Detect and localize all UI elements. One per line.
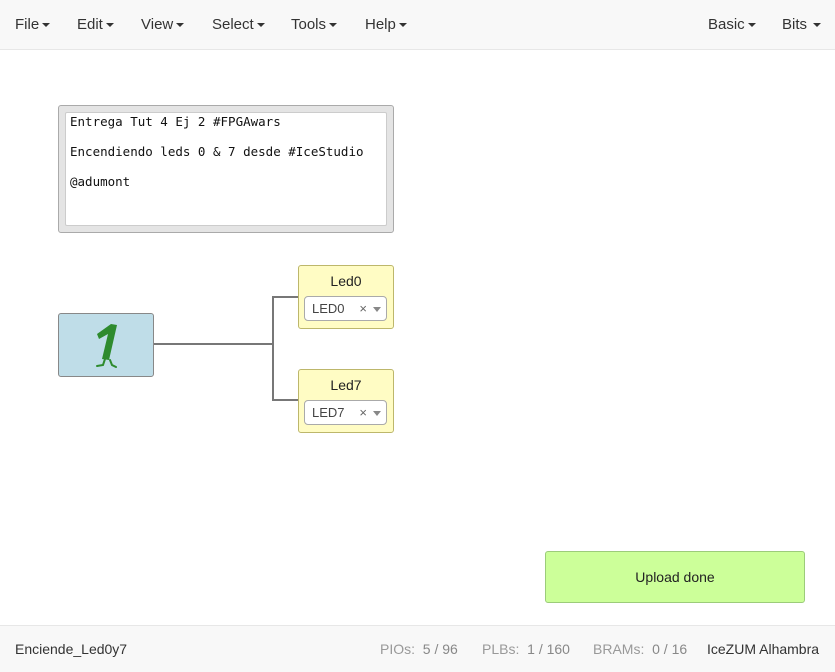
constant-block[interactable] xyxy=(58,313,154,377)
constant-one-icon xyxy=(96,324,117,368)
menu-select-label: Select xyxy=(212,16,254,33)
menu-file-label: File xyxy=(15,16,40,33)
caret-down-icon xyxy=(747,23,756,28)
clear-icon[interactable]: × xyxy=(359,297,367,320)
dropdown-arrow-icon[interactable] xyxy=(373,411,381,416)
project-name: Enciende_Led0y7 xyxy=(15,641,128,657)
caret-down-icon xyxy=(398,23,407,28)
menu-view-label: View xyxy=(141,16,174,33)
board-name[interactable]: IceZUM Alhambra xyxy=(707,626,819,672)
wire xyxy=(272,399,299,401)
wire xyxy=(272,296,274,401)
menu-basic[interactable]: Basic xyxy=(708,0,756,50)
menu-tools-label: Tools xyxy=(291,16,327,33)
menu-edit-label: Edit xyxy=(77,16,103,33)
status-bar: Enciende_Led0y7 PIOs: 5 / 96 PLBs: 1 / 1… xyxy=(0,625,835,672)
menu-tools[interactable]: Tools xyxy=(291,0,338,50)
menu-help[interactable]: Help xyxy=(365,0,407,50)
brams-stat: BRAMs: 0 / 16 xyxy=(593,626,687,672)
output-block-led0[interactable]: Led0 LED0 × xyxy=(298,265,394,329)
menu-bits-label: Bits xyxy=(782,16,808,33)
info-textarea[interactable]: Entrega Tut 4 Ej 2 #FPGAwars Encendiendo… xyxy=(65,112,387,226)
pin-select-value: LED0 xyxy=(312,301,345,316)
pios-label: PIOs: xyxy=(380,641,416,657)
menu-bits[interactable]: Bits xyxy=(782,0,822,50)
pin-select-value: LED7 xyxy=(312,405,345,420)
upload-toast[interactable]: Upload done xyxy=(545,551,805,603)
info-line: @adumont xyxy=(70,174,131,189)
plbs-stat: PLBs: 1 / 160 xyxy=(482,626,570,672)
menu-select[interactable]: Select xyxy=(212,0,265,50)
pin-select[interactable]: LED0 × xyxy=(304,296,387,321)
plbs-label: PLBs: xyxy=(482,641,520,657)
caret-down-icon xyxy=(256,23,265,28)
menu-file[interactable]: File xyxy=(15,0,51,50)
clear-icon[interactable]: × xyxy=(359,401,367,424)
info-block[interactable]: Entrega Tut 4 Ej 2 #FPGAwars Encendiendo… xyxy=(58,105,394,233)
menu-edit[interactable]: Edit xyxy=(77,0,114,50)
menu-help-label: Help xyxy=(365,16,396,33)
menu-basic-label: Basic xyxy=(708,16,745,33)
wire xyxy=(272,296,299,298)
brams-label: BRAMs: xyxy=(593,641,645,657)
info-line: Encendiendo leds 0 & 7 desde #IceStudio xyxy=(70,144,364,159)
output-title: Led0 xyxy=(330,273,362,289)
menu-view[interactable]: View xyxy=(141,0,185,50)
pios-value: 5 / 96 xyxy=(422,641,458,657)
wire xyxy=(154,343,274,345)
caret-down-icon xyxy=(813,23,822,28)
output-block-led7[interactable]: Led7 LED7 × xyxy=(298,369,394,433)
pin-select[interactable]: LED7 × xyxy=(304,400,387,425)
plbs-value: 1 / 160 xyxy=(527,641,570,657)
pios-stat: PIOs: 5 / 96 xyxy=(380,626,458,672)
dropdown-arrow-icon[interactable] xyxy=(373,307,381,312)
caret-down-icon xyxy=(42,23,51,28)
brams-value: 0 / 16 xyxy=(652,641,688,657)
caret-down-icon xyxy=(176,23,185,28)
info-line: Entrega Tut 4 Ej 2 #FPGAwars xyxy=(70,114,281,129)
output-title: Led7 xyxy=(330,377,362,393)
caret-down-icon xyxy=(105,23,114,28)
caret-down-icon xyxy=(329,23,338,28)
menu-bar: File Edit View Select Tools Help Basic B… xyxy=(0,0,835,50)
